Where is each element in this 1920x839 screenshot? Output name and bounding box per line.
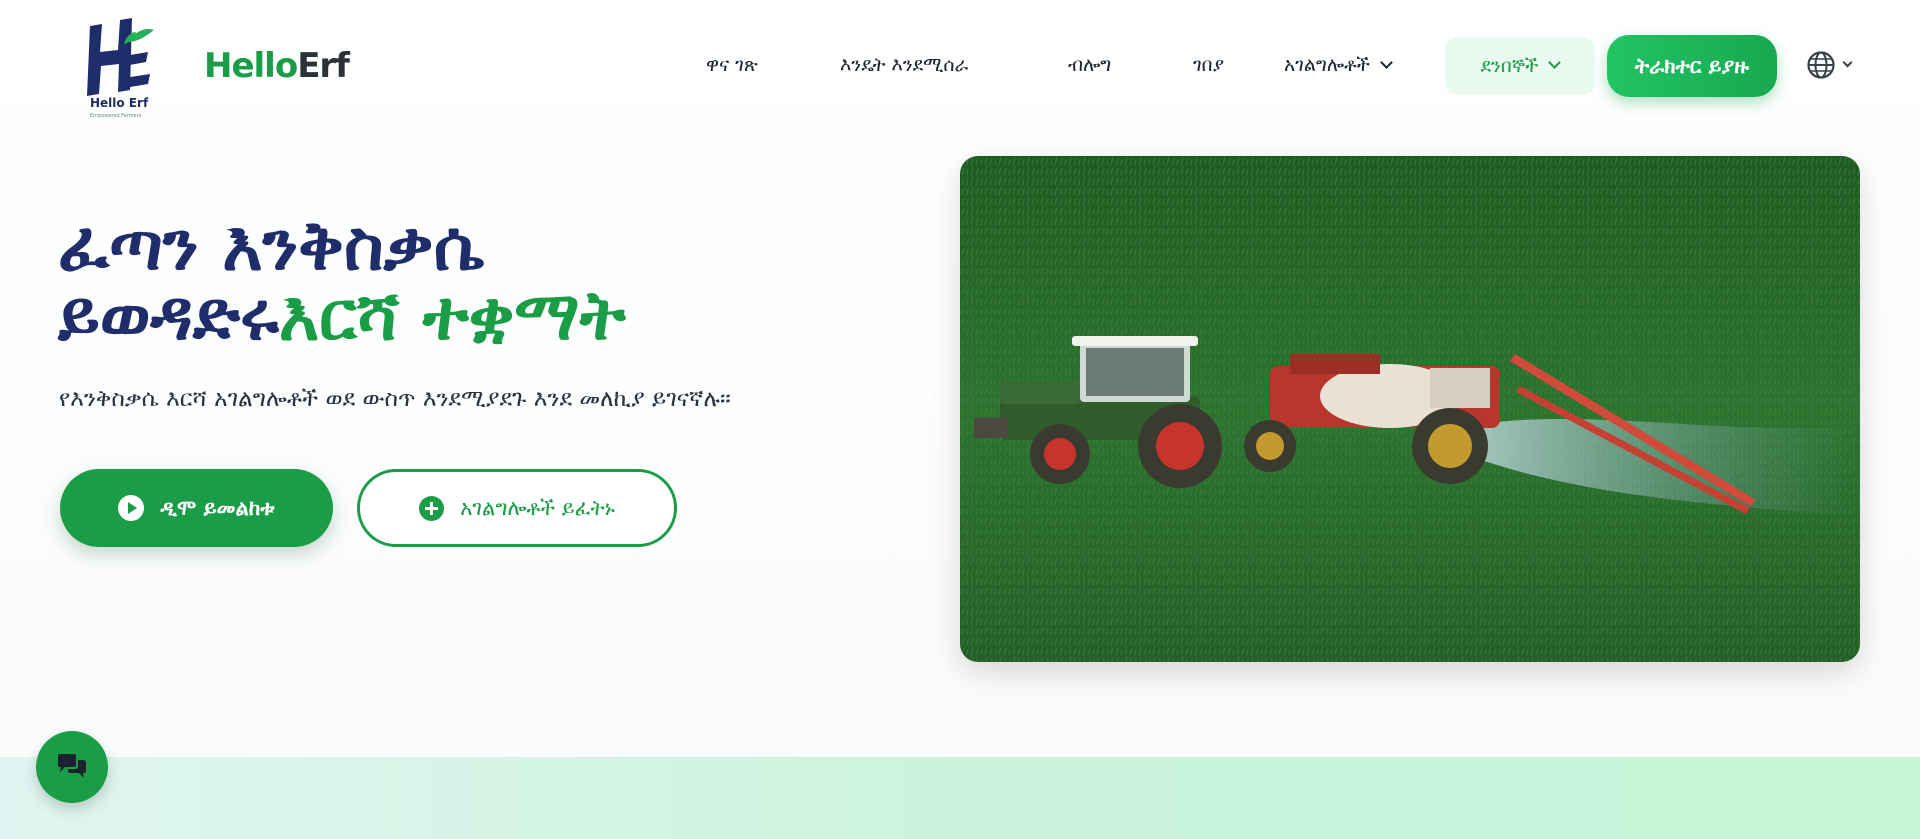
brand-name[interactable]: HelloErf bbox=[204, 46, 350, 86]
brand-name-erf: Erf bbox=[297, 46, 350, 86]
chevron-down-icon bbox=[1842, 57, 1853, 67]
nav-item-market[interactable]: ገበያ bbox=[1193, 54, 1224, 76]
hero-title-line2-accent: እርሻ ተቋማት bbox=[278, 277, 626, 356]
hero-title-line2: ይወዳድሩእርሻ ተቋማት bbox=[58, 282, 626, 352]
nav-item-services[interactable]: አገልግሎቶች bbox=[1284, 54, 1393, 76]
logo-he-icon bbox=[87, 18, 154, 96]
chat-button[interactable] bbox=[36, 731, 108, 803]
hero-subtitle: የእንቅስቃሴ እርሻ አገልግሎቶች ወደ ውስጥ እንደሚያደጉ እንደ መ… bbox=[59, 386, 731, 412]
plus-icon bbox=[419, 495, 445, 521]
brand-name-hello: Hello bbox=[204, 46, 298, 86]
watch-demo-button[interactable]: ዲሞ ይመልከቱ bbox=[60, 469, 333, 547]
hero-title-line1: ፈጣን እንቅስቃሴ bbox=[58, 207, 485, 286]
partners-dropdown-button[interactable]: ደንበኞች bbox=[1445, 37, 1595, 95]
explore-services-button[interactable]: አገልግሎቶች ይፈትኑ bbox=[357, 469, 677, 547]
chevron-down-icon bbox=[1380, 56, 1393, 69]
logo-caption: Hello Erf bbox=[90, 96, 149, 110]
site-header: Hello Erf Empowered Farmers HelloErf ዋና … bbox=[0, 0, 1920, 134]
nav-item-how-it-works[interactable]: እንዴት እንደሚሰራ bbox=[840, 54, 968, 76]
hero-title: ፈጣን እንቅስቃሴ ይወዳድሩእርሻ ተቋማት bbox=[58, 212, 626, 352]
hero-title-line2-dark: ይወዳድሩ bbox=[58, 277, 279, 356]
nav-item-home[interactable]: ዋና ገጽ bbox=[706, 54, 758, 76]
logo-subcaption: Empowered Farmers bbox=[90, 113, 142, 119]
nav-item-blog[interactable]: ብሎግ bbox=[1068, 54, 1111, 76]
tractor-field-illustration bbox=[960, 156, 1860, 662]
chat-bubbles-icon bbox=[58, 754, 86, 778]
nav-item-services-label: አገልግሎቶች bbox=[1284, 54, 1370, 76]
next-section-band bbox=[0, 757, 1920, 839]
watch-demo-label: ዲሞ ይመልከቱ bbox=[160, 495, 275, 520]
play-icon bbox=[118, 495, 145, 521]
partners-label: ደንበኞች bbox=[1480, 55, 1539, 77]
logo[interactable]: Hello Erf Empowered Farmers bbox=[84, 14, 158, 120]
book-tractor-button[interactable]: ትራክተር ይያዙ bbox=[1607, 35, 1777, 97]
explore-services-label: አገልግሎቶች ይፈትኑ bbox=[460, 495, 615, 520]
globe-icon bbox=[1807, 51, 1835, 79]
language-selector[interactable] bbox=[1806, 50, 1853, 80]
hero-image bbox=[960, 156, 1860, 662]
chevron-down-icon bbox=[1548, 55, 1562, 69]
